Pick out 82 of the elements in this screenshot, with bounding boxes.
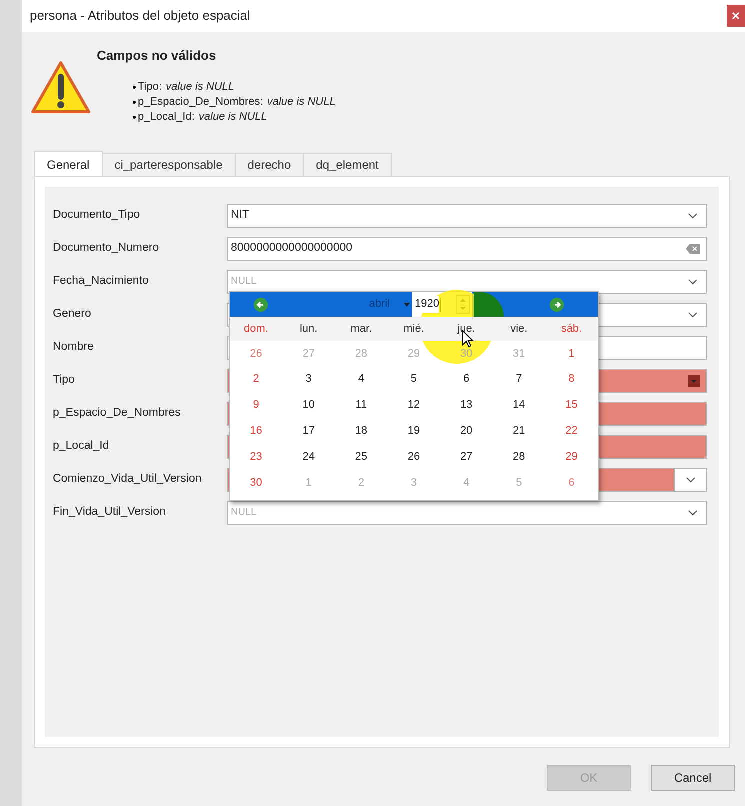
calendar-day[interactable]: 14: [513, 397, 526, 414]
calendar-day[interactable]: 1: [568, 346, 575, 362]
calendar-day[interactable]: 12: [408, 397, 420, 414]
chevron-down-icon: [688, 510, 698, 516]
calendar-day[interactable]: 16: [250, 423, 262, 440]
calendar-day[interactable]: 23: [250, 448, 262, 466]
error-message: value is NULL: [166, 80, 235, 94]
tab[interactable]: dq_element: [304, 153, 392, 176]
field-name: Tipo:: [138, 80, 162, 94]
tab[interactable]: General: [34, 151, 103, 177]
chevron-down-icon: [688, 278, 698, 284]
dropdown-arrow-icon: [404, 302, 410, 306]
field-label: Nombre: [53, 340, 95, 355]
cancel-button[interactable]: Cancel: [651, 765, 735, 791]
calendar-day[interactable]: 21: [513, 423, 526, 440]
bullet-icon: [133, 100, 136, 104]
chevron-down-icon: [688, 212, 698, 218]
calendar-day[interactable]: 7: [516, 371, 522, 388]
dropdown-field[interactable]: NIT: [227, 204, 707, 228]
month-label: abril: [369, 297, 390, 312]
field-label: p_Espacio_De_Nombres: [53, 406, 182, 421]
chevron-down-icon: [688, 312, 698, 318]
calendar-day[interactable]: 9: [253, 397, 260, 414]
field-label: Genero: [53, 306, 92, 322]
calendar-day[interactable]: 11: [356, 397, 368, 414]
calendar-day[interactable]: 2: [253, 371, 260, 388]
calendar-day[interactable]: 17: [302, 423, 315, 440]
weekday-label: dom.: [244, 322, 269, 337]
weekday-label: sáb.: [561, 322, 582, 337]
calendar-day[interactable]: 19: [408, 423, 420, 440]
clear-icon[interactable]: [686, 244, 700, 254]
text-field[interactable]: 8000000000000000000: [227, 236, 707, 260]
calendar-day[interactable]: 30: [250, 474, 262, 492]
calendar-day[interactable]: 13: [460, 397, 473, 414]
field-value: NIT: [230, 208, 251, 223]
window-title: persona - Atributos del objeto espacial: [30, 7, 250, 26]
field-label: p_Local_Id: [53, 438, 110, 454]
click-highlight: [474, 292, 504, 317]
bullet-icon: [133, 116, 136, 118]
field-placeholder: NULL: [230, 275, 258, 289]
calendar-day[interactable]: 27: [460, 448, 473, 466]
field-placeholder: NULL: [230, 506, 258, 520]
field-label: Documento_Tipo: [53, 208, 142, 223]
error-message: value is NULL: [267, 94, 336, 110]
tab[interactable]: derecho: [236, 153, 304, 176]
warning-icon: [30, 60, 92, 116]
field-label: Comienzo_Vida_Util_Version: [53, 472, 203, 487]
calendar-day[interactable]: 24: [302, 448, 315, 466]
calendar-day[interactable]: 8: [568, 371, 575, 388]
calendar-day[interactable]: 29: [566, 448, 578, 466]
calendar-day[interactable]: 18: [355, 423, 368, 440]
field-label: Fecha_Nacimiento: [53, 274, 150, 289]
calendar-day[interactable]: 25: [355, 448, 368, 466]
weekday-label: vie.: [510, 322, 528, 337]
field-name: p_Espacio_De_Nombres:: [138, 94, 264, 110]
weekday-label: jue.: [458, 322, 476, 337]
calendar-day[interactable]: 20: [460, 423, 473, 440]
close-icon: [732, 12, 740, 20]
chevron-down-icon: [686, 476, 696, 482]
error-message: value is NULL: [198, 110, 268, 124]
warning-title: Campos no válidos: [97, 47, 218, 65]
tab[interactable]: ci_parteresponsable: [102, 153, 236, 176]
calendar-day[interactable]: 26: [408, 448, 420, 466]
field-value: 8000000000000000000: [230, 240, 354, 256]
close-button[interactable]: [727, 5, 745, 27]
field-label: Tipo: [53, 372, 76, 388]
calendar-day[interactable]: 22: [566, 423, 578, 440]
calendar-day[interactable]: 10: [302, 397, 315, 414]
calendar-day[interactable]: 4: [358, 371, 364, 388]
calendar-day[interactable]: 6: [464, 371, 470, 388]
calendar-day[interactable]: 28: [513, 448, 526, 466]
year-value: 1920: [415, 296, 440, 313]
bullet-icon: [133, 86, 136, 88]
field-name: p_Local_Id:: [138, 110, 195, 124]
calendar-day[interactable]: 3: [306, 371, 312, 388]
weekday-label: mar.: [350, 322, 372, 337]
weekday-label: mié.: [404, 322, 424, 337]
calendar-day[interactable]: 15: [566, 397, 578, 414]
field-label: Documento_Numero: [53, 240, 160, 256]
weekday-label: lun.: [300, 322, 318, 337]
calendar-day[interactable]: 5: [410, 371, 418, 388]
field-label: Fin_Vida_Util_Version: [53, 504, 167, 520]
